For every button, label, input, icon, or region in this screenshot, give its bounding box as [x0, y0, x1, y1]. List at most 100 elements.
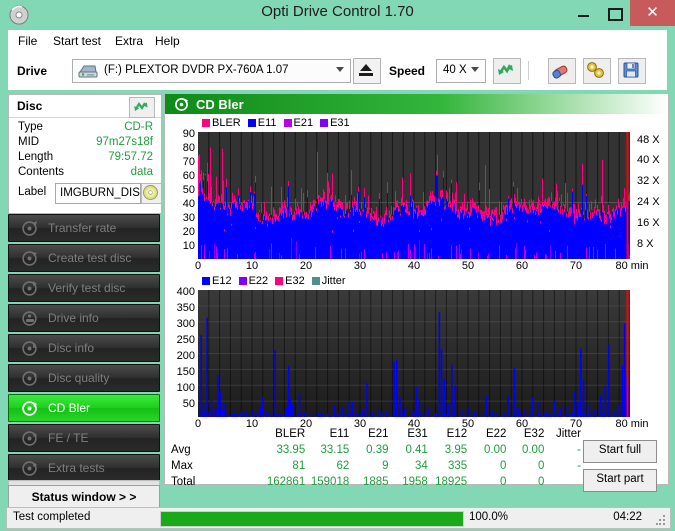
progress-percent: 100.0% [469, 511, 509, 523]
start-full-button[interactable]: Start full [583, 440, 657, 463]
legend-swatch [320, 119, 329, 127]
x-tick-label: 0 [194, 260, 202, 272]
stats-table: BLER E11 E21 E31 E12 E22 E32 Jitter Avg 33.95 33.1… [165, 428, 585, 488]
sidebar-item-create-test-disc[interactable]: Create test disc [8, 244, 160, 272]
cd-bler-icon [22, 401, 37, 416]
disc-quality-icon [22, 371, 37, 386]
disc-info-icon [22, 341, 37, 356]
disc-panel-header: Disc [9, 95, 161, 118]
resize-grip[interactable] [656, 515, 666, 525]
status-window-button[interactable]: Status window > > [8, 485, 160, 509]
legend-label: E11 [257, 117, 277, 129]
drive-label: Drive [17, 64, 48, 78]
legend-label: E12 [212, 275, 232, 287]
sidebar-item-extra-tests[interactable]: Extra tests [8, 454, 160, 482]
e1x-plot-area[interactable] [198, 290, 630, 417]
y-tick-label: 20 [182, 226, 195, 238]
status-bar: Test completed 100.0% 04:22 [6, 507, 671, 529]
disc-row-value: CD-R [124, 121, 153, 133]
erase-button[interactable] [548, 58, 576, 84]
disc-label-field[interactable]: IMGBURN_DIS [55, 183, 141, 204]
x-tick-label: 80 min [615, 260, 649, 272]
menu-item-extra[interactable]: Extra [111, 33, 147, 49]
start-part-button[interactable]: Start part [583, 469, 657, 492]
bler-chart-legend: BLER E11 E21 E31 [202, 117, 357, 129]
stats-column-header: Jitter [556, 428, 581, 440]
disc-create-icon [22, 251, 37, 266]
toolbar: Drive (F:) PLEXTOR DVDR PX-760A 1.07 Spe… [8, 52, 667, 90]
start-full-label: Start full [598, 444, 642, 456]
sidebar-item-disc-quality[interactable]: Disc quality [8, 364, 160, 392]
eject-button[interactable] [353, 58, 381, 84]
bler-plot-area[interactable] [198, 132, 630, 259]
legend-swatch [283, 119, 292, 127]
menu-item-file[interactable]: File [14, 33, 41, 49]
fe-te-icon [22, 431, 37, 446]
main-panel-header: CD Bler [165, 94, 668, 114]
refresh-icon [498, 64, 513, 75]
cd-bler-icon [175, 98, 188, 111]
save-icon [623, 62, 639, 78]
main-panel-title: CD Bler [196, 97, 244, 112]
speed-tick-label: 48 X [637, 134, 660, 146]
drive-value: (F:) PLEXTOR DVDR PX-760A 1.07 [104, 64, 289, 76]
elapsed-time: 04:22 [613, 511, 642, 523]
drive-info-icon [22, 311, 37, 326]
legend-label: E22 [248, 275, 269, 287]
eject-icon [360, 64, 372, 71]
y-tick-label: 300 [176, 318, 195, 330]
disc-verify-icon [22, 281, 37, 296]
sidebar-item-cd-bler[interactable]: CD Bler [8, 394, 160, 422]
y-tick-label: 60 [182, 170, 195, 182]
sidebar-item-fe-te[interactable]: FE / TE [8, 424, 160, 452]
progress-fill [161, 512, 463, 526]
chart-svg [198, 132, 630, 259]
nav-list: Transfer rate Create test disc Verify te… [8, 214, 160, 484]
sidebar-item-label: Drive info [48, 311, 99, 325]
tools-button[interactable] [583, 58, 611, 84]
y-tick-label: 400 [176, 286, 195, 298]
close-icon: ✕ [646, 4, 659, 21]
legend-swatch [311, 277, 320, 285]
e1x-chart-legend: E12 E22 E32 Jitter [202, 275, 353, 287]
menu-item-help[interactable]: Help [151, 33, 184, 49]
drive-select[interactable]: (F:) PLEXTOR DVDR PX-760A 1.07 [72, 59, 351, 83]
maximize-button[interactable] [599, 0, 630, 26]
legend-swatch [202, 119, 210, 127]
y-tick-label: 90 [182, 128, 195, 140]
save-button[interactable] [618, 58, 646, 84]
legend-label: BLER [212, 117, 241, 129]
sidebar-item-verify-test-disc[interactable]: Verify test disc [8, 274, 160, 302]
progress-bar [160, 511, 464, 527]
menu-item-start-test[interactable]: Start test [49, 33, 105, 49]
refresh-button[interactable] [493, 58, 521, 84]
status-window-label: Status window > > [31, 490, 137, 504]
minimize-button[interactable] [568, 0, 599, 26]
chevron-down-icon [471, 67, 479, 72]
y-tick-label: 80 [182, 142, 195, 154]
y-tick-label: 100 [176, 382, 195, 394]
disc-label-button[interactable] [141, 183, 162, 204]
sidebar-item-label: CD Bler [48, 401, 91, 415]
close-button[interactable]: ✕ [630, 0, 675, 26]
x-tick-label: 40 [407, 260, 421, 272]
toolbar-separator [528, 61, 529, 80]
eraser-icon [552, 65, 568, 79]
stats-row-label: Avg [171, 444, 191, 456]
speed-tick-label: 40 X [637, 154, 660, 166]
sidebar-item-disc-info[interactable]: Disc info [8, 334, 160, 362]
stats-row-label: Max [171, 460, 193, 472]
disc-row-value: data [130, 166, 153, 178]
speed-select[interactable]: 40 X [436, 59, 486, 83]
sidebar-item-drive-info[interactable]: Drive info [8, 304, 160, 332]
disc-refresh-button[interactable] [129, 97, 155, 118]
sidebar-item-transfer-rate[interactable]: Transfer rate [8, 214, 160, 242]
disc-row-mid: MID 97m27s18f [9, 136, 161, 152]
legend-label: E31 [330, 117, 350, 129]
disc-row-type: Type CD-R [9, 121, 161, 137]
y-tick-label: 200 [176, 350, 195, 362]
tools-icon [587, 62, 604, 78]
disc-row-key: Length [18, 151, 54, 163]
chevron-down-icon [336, 67, 344, 72]
disc-test-icon [22, 221, 37, 236]
